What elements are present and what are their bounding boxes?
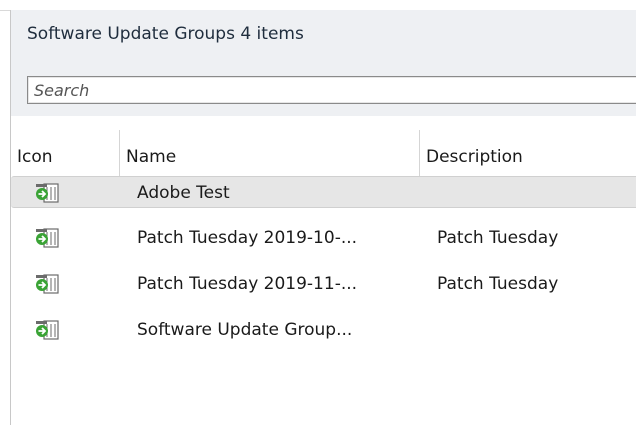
panel-title: Software Update Groups 4 items [27,24,304,44]
column-header-label: Description [426,147,523,167]
column-header-label: Icon [17,147,53,167]
software-update-group-icon [36,228,59,248]
search-box[interactable] [27,76,636,104]
row-name: Patch Tuesday 2019-10-... [137,228,358,248]
software-update-group-icon [36,183,59,203]
row-description: Patch Tuesday [437,228,559,248]
search-input[interactable] [28,77,636,103]
table-row[interactable]: Patch Tuesday 2019-11-... Patch Tuesday [11,268,636,300]
row-description: Patch Tuesday [437,274,559,294]
row-name: Adobe Test [137,183,230,203]
row-name: Patch Tuesday 2019-11-... [137,274,358,294]
software-update-group-icon [36,274,59,294]
table-row[interactable]: Software Update Group... [11,314,636,346]
column-header-name[interactable]: Name [120,130,419,180]
software-update-groups-panel: Software Update Groups 4 items Icon Name… [10,10,636,425]
column-header-description[interactable]: Description [420,130,636,180]
table-row[interactable]: Patch Tuesday 2019-10-... Patch Tuesday [11,222,636,254]
column-header-icon[interactable]: Icon [11,130,119,180]
row-name: Software Update Group... [137,320,353,340]
panel-header: Software Update Groups 4 items [11,10,636,116]
table-row[interactable]: Adobe Test [11,176,636,208]
software-update-group-icon [36,320,59,340]
column-header-label: Name [126,147,177,167]
